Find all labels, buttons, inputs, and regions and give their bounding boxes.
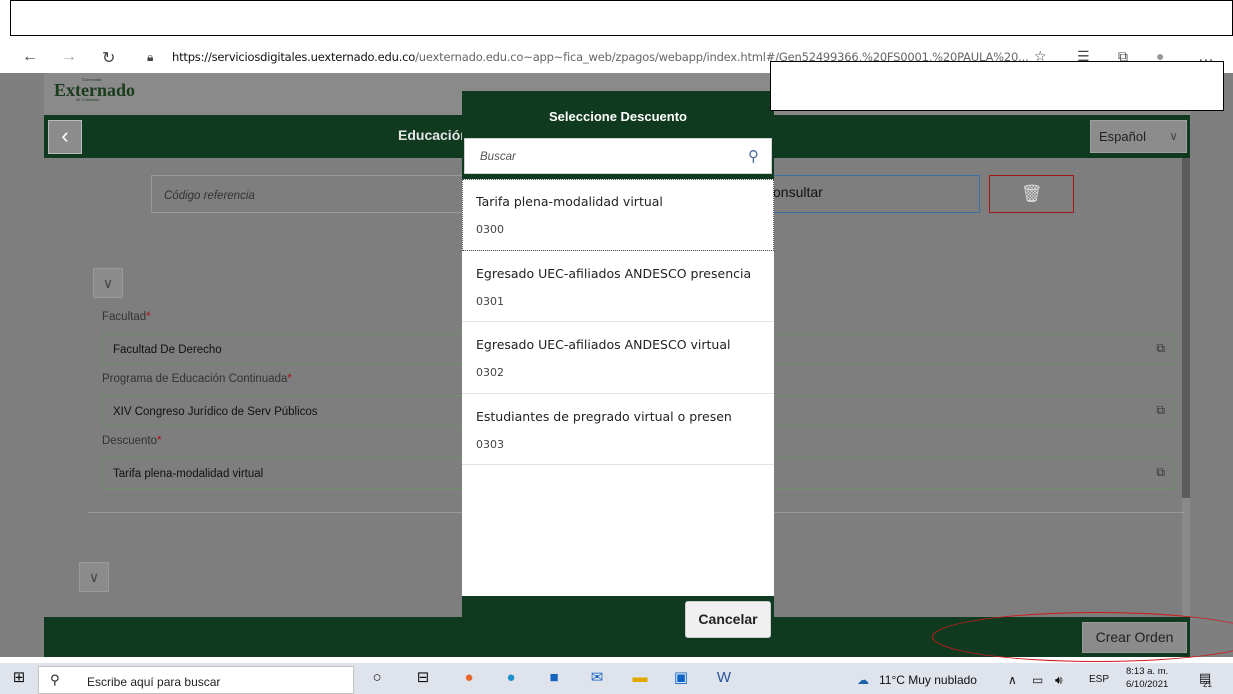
item-code: 0301 (476, 294, 504, 308)
logo-top-text: Universidad (82, 77, 102, 82)
expand-section-button[interactable]: ∨ (93, 268, 123, 298)
facultad-label-text: Facultad (102, 311, 147, 323)
refresh-icon[interactable]: ↻ (102, 48, 115, 68)
codigo-referencia-input[interactable]: Código referencia (151, 175, 481, 213)
discount-list: Tarifa plena-modalidad virtual 0300 Egre… (462, 179, 774, 465)
chevron-down-icon: ∨ (1169, 129, 1178, 143)
required-mark: * (156, 435, 162, 447)
taskbar-search-input[interactable]: ⚲ Escribe aquí para buscar (38, 666, 354, 694)
dialog-header: Seleccione Descuento Buscar ⚲ (462, 91, 774, 179)
programa-value: XIV Congreso Jurídico de Serv Públicos (113, 406, 318, 418)
programa-label-text: Programa de Educación Continuada (102, 373, 288, 385)
taskbar-search-placeholder: Escribe aquí para buscar (87, 675, 221, 689)
clock[interactable]: 8:13 a. m. 6/10/2021 (1126, 665, 1168, 691)
item-code: 0302 (476, 366, 504, 379)
facultad-value: Facultad De Derecho (113, 344, 222, 356)
lock-icon[interactable]: 🔒︎ (147, 50, 153, 65)
back-button[interactable]: ‹ (48, 120, 82, 154)
cortana-icon[interactable]: ○ (366, 667, 388, 689)
redaction-box-top (10, 0, 1233, 36)
search-placeholder: Buscar (480, 151, 516, 163)
search-icon[interactable]: ⚲ (748, 147, 759, 165)
item-code: 0300 (476, 223, 504, 236)
programa-label: Programa de Educación Continuada* (102, 373, 292, 385)
facultad-label: Facultad* (102, 311, 151, 323)
mail-icon[interactable]: ✉ (586, 667, 608, 689)
redaction-box-url (770, 61, 1224, 111)
list-item[interactable]: Egresado UEC-afiliados ANDESCO virtual 0… (462, 322, 774, 394)
language-value: Español (1099, 129, 1146, 144)
list-item[interactable]: Estudiantes de pregrado virtual o presen… (462, 393, 774, 465)
consultar-label: onsultar (773, 184, 823, 200)
scrollbar-thumb[interactable] (1182, 158, 1190, 498)
value-help-icon[interactable]: ⧉ (1156, 341, 1165, 356)
descuento-value: Tarifa plena-modalidad virtual (113, 468, 264, 480)
page-title: Educación (398, 127, 469, 143)
required-mark: * (287, 373, 292, 385)
item-code: 0303 (476, 437, 504, 451)
dialog-search-input[interactable]: Buscar ⚲ (464, 138, 772, 174)
word-icon[interactable]: W (713, 667, 735, 689)
store-icon[interactable]: ■ (543, 667, 565, 689)
select-discount-dialog: Seleccione Descuento Buscar ⚲ Tarifa ple… (462, 91, 774, 644)
firefox-icon[interactable]: ● (458, 667, 480, 689)
cancel-button[interactable]: Cancelar (685, 601, 771, 638)
volume-icon[interactable]: 🔊︎ (1055, 673, 1063, 688)
trash-button[interactable]: 🗑︎ (989, 175, 1074, 213)
trash-icon: 🗑︎ (1020, 184, 1043, 203)
chevron-up-icon[interactable]: ∧ (1008, 673, 1017, 687)
input-language[interactable]: ESP (1089, 674, 1109, 685)
url-host: https://serviciosdigitales.uexternado.ed… (172, 50, 416, 64)
consultar-button[interactable]: onsultar (770, 175, 980, 213)
logo-sub-text: de Colombia (76, 97, 100, 102)
screenshot-root: ← → ↻ 🔒︎ https://serviciosdigitales.uext… (0, 0, 1233, 694)
network-icon[interactable]: ▭ (1032, 673, 1043, 687)
item-title: Tarifa plena-modalidad virtual (476, 194, 663, 209)
externado-logo: Universidad Externado de Colombia (54, 77, 135, 102)
descuento-label-text: Descuento (102, 435, 157, 447)
language-select[interactable]: Español ∨ (1090, 120, 1187, 153)
windows-start-icon[interactable]: ⊞ (8, 667, 30, 689)
edge-icon[interactable]: ● (500, 667, 522, 689)
item-title: Egresado UEC-afiliados ANDESCO virtual (476, 337, 731, 352)
search-icon: ⚲ (50, 672, 60, 687)
forward-arrow-icon[interactable]: → (61, 48, 77, 66)
item-title: Estudiantes de pregrado virtual o presen (476, 408, 732, 424)
list-item[interactable]: Egresado UEC-afiliados ANDESCO presencia… (462, 250, 774, 322)
value-help-icon[interactable]: ⧉ (1156, 465, 1165, 480)
outlook-icon[interactable]: ▣ (670, 667, 692, 689)
value-help-icon[interactable]: ⧉ (1156, 403, 1165, 418)
descuento-label: Descuento* (102, 435, 161, 447)
item-title: Egresado UEC-afiliados ANDESCO presencia (476, 265, 752, 281)
clock-date: 6/10/2021 (1126, 679, 1169, 690)
clock-time: 8:13 a. m. (1126, 666, 1169, 677)
dialog-title: Seleccione Descuento (549, 109, 687, 124)
weather-text[interactable]: 11°C Muy nublado (879, 673, 977, 687)
weather-cloud-icon[interactable]: ☁ (857, 673, 869, 687)
notification-count: 21 (1203, 680, 1212, 689)
file-explorer-icon[interactable]: ▬ (629, 667, 651, 689)
list-item[interactable]: Tarifa plena-modalidad virtual 0300 (462, 179, 774, 251)
task-view-icon[interactable]: ⊟ (412, 667, 434, 689)
back-arrow-icon[interactable]: ← (22, 48, 38, 66)
expand-section-button-2[interactable]: ∨ (79, 562, 109, 592)
required-mark: * (146, 311, 151, 323)
